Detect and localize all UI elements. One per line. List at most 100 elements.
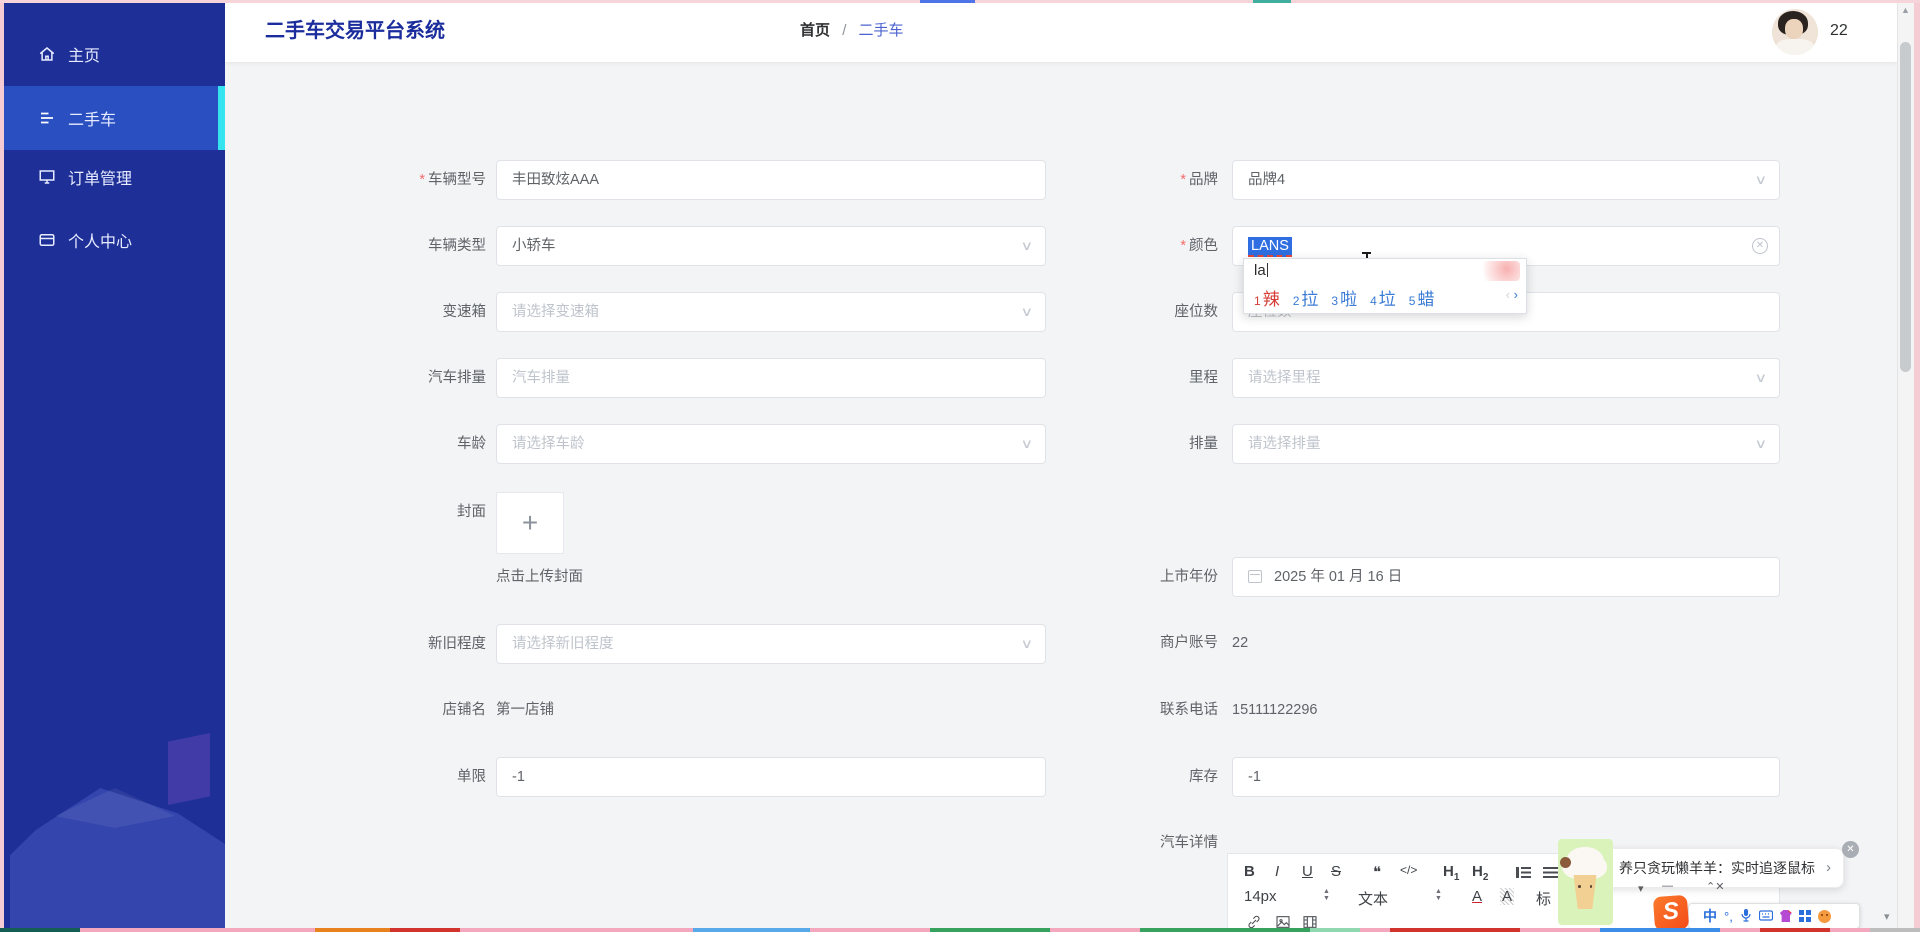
app-viewport: 主页 二手车 订单管理 个人中心 二手车交易平台系统 首页 / 二手车 bbox=[0, 0, 1920, 932]
sidebar-item-usedcar[interactable]: 二手车 bbox=[0, 86, 225, 150]
ime-pager: ‹ › bbox=[1506, 287, 1518, 302]
sidebar-item-label: 主页 bbox=[68, 42, 100, 66]
ime-next-icon[interactable]: › bbox=[1514, 287, 1518, 302]
strikethrough-button[interactable]: S bbox=[1331, 863, 1341, 880]
field-label-brand: *品牌 bbox=[1000, 160, 1218, 200]
cover-upload-button[interactable]: + bbox=[496, 492, 564, 554]
cube-decoration bbox=[168, 733, 210, 805]
mileage-select[interactable]: 请选择里程 ∨ bbox=[1232, 358, 1780, 398]
ime-collapse-icon[interactable]: ▾ bbox=[1884, 910, 1890, 923]
emoji-icon[interactable] bbox=[1818, 910, 1831, 923]
collapse-icon[interactable]: ▾ bbox=[1638, 882, 1644, 895]
ime-lang-icon[interactable]: 中 bbox=[1703, 909, 1717, 923]
ime-candidate[interactable]: 1辣 bbox=[1254, 285, 1280, 310]
ime-candidate[interactable]: 2拉 bbox=[1293, 285, 1319, 310]
field-label-car-type: 车辆类型 bbox=[280, 226, 486, 266]
code-button[interactable]: </> bbox=[1400, 863, 1417, 877]
clear-icon[interactable]: ✕ bbox=[1752, 238, 1768, 254]
mascot-sticker[interactable] bbox=[1558, 839, 1613, 925]
field-label-phone: 联系电话 bbox=[1000, 695, 1218, 725]
required-asterisk: * bbox=[1180, 172, 1186, 188]
window-edge-right bbox=[1914, 0, 1920, 932]
engine-select[interactable]: 请选择排量 ∨ bbox=[1232, 424, 1780, 464]
scroll-up-icon[interactable]: ▲ bbox=[1901, 5, 1910, 15]
ime-candidate-popup: la 1辣 2拉 3啦 4垃 5蜡 ‹ › bbox=[1243, 258, 1527, 314]
plus-icon: + bbox=[522, 507, 538, 539]
window-edge-top bbox=[0, 0, 1920, 3]
username: 22 bbox=[1830, 0, 1848, 62]
phone-value: 15111122296 bbox=[1232, 695, 1317, 725]
breadcrumb-home[interactable]: 首页 bbox=[800, 22, 830, 39]
font-size-stepper[interactable]: ▲▼ bbox=[1322, 888, 1331, 902]
heading1-button[interactable]: H1 bbox=[1443, 863, 1459, 883]
italic-button[interactable]: I bbox=[1275, 863, 1279, 880]
home-icon bbox=[38, 45, 56, 63]
ordered-list-icon[interactable] bbox=[1516, 867, 1531, 878]
age-select[interactable]: 请选择车龄 ∨ bbox=[496, 424, 1046, 464]
limit-input[interactable]: -1 bbox=[496, 757, 1046, 797]
year-date-input[interactable]: 2025 年 01 月 16 日 bbox=[1232, 557, 1780, 597]
sidebar: 主页 二手车 订单管理 个人中心 bbox=[0, 0, 225, 932]
font-family-dropdown[interactable]: 文本 bbox=[1358, 888, 1388, 909]
ime-punctuation-icon[interactable]: °, bbox=[1724, 910, 1733, 923]
breadcrumb-separator: / bbox=[842, 22, 846, 39]
ime-toolbar[interactable]: 中 °, bbox=[1688, 903, 1860, 929]
microphone-icon[interactable] bbox=[1740, 908, 1752, 924]
brand-select[interactable]: 品牌4 ∨ bbox=[1232, 160, 1780, 200]
bold-button[interactable]: B bbox=[1244, 863, 1255, 880]
breadcrumb-current: 二手车 bbox=[859, 22, 904, 39]
window-edge-left bbox=[0, 0, 4, 932]
model-input[interactable]: 丰田致炫AAA bbox=[496, 160, 1046, 200]
field-label-engine: 排量 bbox=[1000, 424, 1218, 464]
sidebar-item-label: 个人中心 bbox=[68, 228, 132, 252]
ime-prev-icon[interactable]: ‹ bbox=[1506, 287, 1510, 302]
underline-button[interactable]: U bbox=[1302, 863, 1313, 880]
skin-icon[interactable] bbox=[1780, 910, 1792, 922]
font-color-button[interactable]: A bbox=[1472, 888, 1482, 905]
bullet-list-icon[interactable] bbox=[1543, 867, 1558, 878]
sogou-watermark bbox=[1476, 261, 1520, 281]
displacement-input[interactable]: 汽车排量 bbox=[496, 358, 1046, 398]
restore-close-icon[interactable]: ⌃✕ bbox=[1706, 880, 1724, 893]
car-type-select[interactable]: 小轿车 ∨ bbox=[496, 226, 1046, 266]
chevron-right-icon[interactable]: › bbox=[1826, 849, 1831, 887]
field-label-condition: 新旧程度 bbox=[280, 624, 486, 664]
field-label-detail: 汽车详情 bbox=[1000, 833, 1218, 853]
field-label-cover: 封面 bbox=[280, 492, 486, 532]
monitor-icon bbox=[38, 168, 56, 186]
field-label-color: *颜色 bbox=[1000, 226, 1218, 266]
sidebar-item-profile[interactable]: 个人中心 bbox=[0, 211, 225, 269]
keyboard-icon[interactable] bbox=[1759, 910, 1773, 923]
chevron-down-icon: ∨ bbox=[1755, 161, 1768, 199]
list-icon bbox=[38, 109, 56, 127]
minimize-icon[interactable]: — bbox=[1662, 880, 1673, 892]
blockquote-button[interactable]: ❝ bbox=[1373, 863, 1381, 881]
font-size-dropdown[interactable]: 14px bbox=[1244, 888, 1277, 905]
avatar-body bbox=[1776, 39, 1814, 55]
highlight-button[interactable]: A bbox=[1500, 888, 1514, 905]
field-label-mileage: 里程 bbox=[1000, 358, 1218, 398]
ime-candidate[interactable]: 3啦 bbox=[1331, 285, 1357, 310]
ime-composition-text: la bbox=[1254, 262, 1268, 279]
ime-candidate[interactable]: 5蜡 bbox=[1409, 285, 1435, 310]
condition-select[interactable]: 请选择新旧程度 ∨ bbox=[496, 624, 1046, 664]
stock-input[interactable]: -1 bbox=[1232, 757, 1780, 797]
field-label-merchant: 商户账号 bbox=[1000, 628, 1218, 658]
sidebar-item-orders[interactable]: 订单管理 bbox=[0, 148, 225, 206]
heading2-button[interactable]: H2 bbox=[1472, 863, 1488, 883]
close-icon[interactable]: ✕ bbox=[1842, 841, 1859, 858]
avatar[interactable] bbox=[1772, 9, 1818, 55]
ime-candidate[interactable]: 4垃 bbox=[1370, 285, 1396, 310]
chevron-down-icon: ∨ bbox=[1755, 425, 1768, 463]
paragraph-style-dropdown[interactable]: 标 bbox=[1536, 888, 1551, 909]
field-label-gearbox: 变速箱 bbox=[280, 292, 486, 332]
sogou-logo[interactable]: S bbox=[1653, 895, 1689, 931]
scrollbar-thumb[interactable] bbox=[1900, 42, 1911, 372]
calendar-icon bbox=[1248, 570, 1262, 583]
gearbox-select[interactable]: 请选择变速箱 ∨ bbox=[496, 292, 1046, 332]
font-family-stepper[interactable]: ▲▼ bbox=[1434, 888, 1443, 902]
toolbox-grid-icon[interactable] bbox=[1799, 910, 1811, 922]
sidebar-item-home[interactable]: 主页 bbox=[0, 25, 225, 83]
mascot-face bbox=[1578, 885, 1592, 893]
idcard-icon bbox=[38, 231, 56, 249]
